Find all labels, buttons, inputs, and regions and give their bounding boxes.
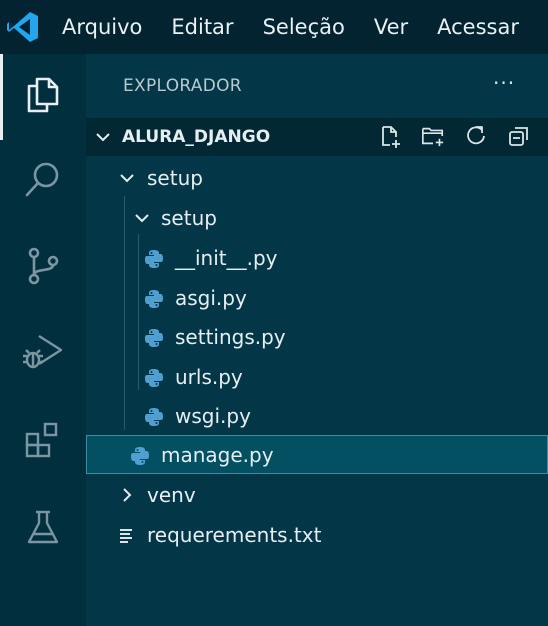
refresh-icon[interactable]	[464, 124, 488, 148]
menu-selecao[interactable]: Seleção	[263, 0, 345, 54]
testing-icon[interactable]	[0, 488, 86, 568]
tree-item-label: setup	[161, 206, 217, 230]
workspace-title: ALURA_DJANGO	[122, 127, 271, 147]
tree-item-label: setup	[147, 166, 203, 190]
python-file-icon	[144, 249, 164, 273]
menu-acessar[interactable]: Acessar	[437, 0, 519, 54]
tree-item-label: urls.py	[175, 365, 243, 389]
activity-bar	[0, 54, 86, 626]
chevron-down-icon	[133, 209, 151, 231]
vscode-logo-icon	[0, 0, 45, 54]
new-folder-icon[interactable]	[421, 124, 445, 148]
python-file-icon	[144, 368, 164, 392]
section-actions	[378, 124, 548, 148]
tree-item-asgi[interactable]: asgi.py	[86, 278, 548, 317]
chevron-down-icon	[118, 169, 136, 191]
tree-item-init[interactable]: __init__.py	[86, 238, 548, 277]
collapse-all-icon[interactable]	[507, 124, 531, 148]
tree-item-label: manage.py	[161, 443, 274, 467]
explorer-panel: EXPLORADOR ··· ALURA_DJANGO setup setup …	[86, 54, 548, 626]
tree-item-label: asgi.py	[175, 286, 247, 310]
tree-item-setup-inner[interactable]: setup	[86, 198, 548, 237]
python-file-icon	[144, 407, 164, 431]
chevron-down-icon	[94, 128, 112, 150]
python-file-icon	[144, 289, 164, 313]
explorer-title: EXPLORADOR	[123, 76, 242, 96]
title-bar: Arquivo Editar Seleção Ver Acessar	[0, 0, 548, 54]
search-icon[interactable]	[0, 140, 86, 220]
tree-item-wsgi[interactable]: wsgi.py	[86, 396, 548, 435]
python-file-icon	[144, 328, 164, 352]
menu-ver[interactable]: Ver	[374, 0, 408, 54]
tree-item-urls[interactable]: urls.py	[86, 357, 548, 396]
more-actions-icon[interactable]: ···	[493, 71, 515, 95]
new-file-icon[interactable]	[378, 124, 402, 148]
tree-item-settings[interactable]: settings.py	[86, 317, 548, 356]
run-debug-icon[interactable]	[0, 312, 86, 392]
menu-bar: Arquivo Editar Seleção Ver Acessar	[45, 0, 548, 54]
tree-item-manage[interactable]: manage.py	[86, 435, 548, 474]
source-control-icon[interactable]	[0, 226, 86, 306]
tree-item-label: settings.py	[175, 325, 286, 349]
tree-item-label: __init__.py	[175, 246, 278, 270]
menu-arquivo[interactable]: Arquivo	[62, 0, 142, 54]
explorer-header: EXPLORADOR ···	[86, 54, 548, 118]
text-file-icon	[118, 527, 136, 549]
python-file-icon	[130, 446, 150, 470]
tree-item-requirements[interactable]: requerements.txt	[86, 515, 548, 554]
chevron-right-icon	[118, 486, 136, 508]
tree-item-setup[interactable]: setup	[86, 158, 548, 197]
extensions-icon[interactable]	[0, 400, 86, 480]
menu-editar[interactable]: Editar	[171, 0, 233, 54]
tree-item-venv[interactable]: venv	[86, 475, 548, 514]
explorer-icon[interactable]	[0, 54, 86, 140]
workspace-section-header[interactable]: ALURA_DJANGO	[86, 118, 548, 156]
tree-item-label: wsgi.py	[175, 404, 251, 428]
tree-item-label: requerements.txt	[147, 523, 322, 547]
tree-item-label: venv	[147, 483, 196, 507]
